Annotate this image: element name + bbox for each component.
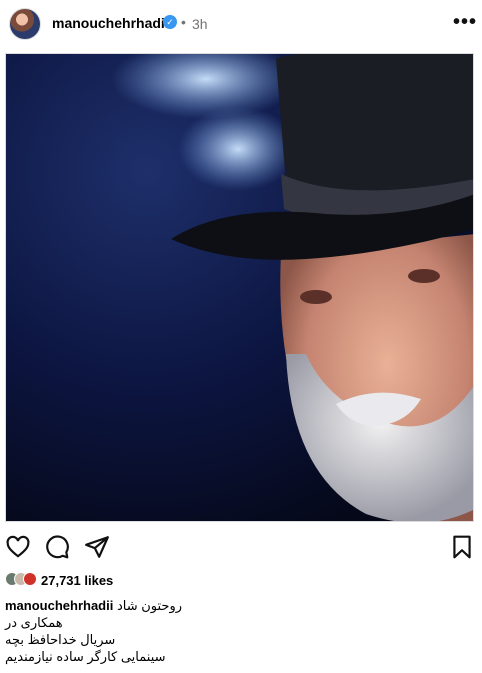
caption-line: سینمایی کارگر ساده نیازمندیم bbox=[5, 649, 166, 664]
post-username[interactable]: manouchehrhadii bbox=[52, 15, 169, 31]
verified-badge-icon: ✓ bbox=[163, 15, 177, 29]
post-caption: manouchehrhadii روحتون شاد همکاری در سری… bbox=[5, 597, 475, 665]
profile-avatar[interactable] bbox=[9, 8, 41, 40]
comment-icon[interactable] bbox=[44, 534, 70, 560]
share-icon[interactable] bbox=[84, 534, 110, 560]
liker-avatars bbox=[5, 572, 39, 588]
bookmark-icon[interactable] bbox=[449, 534, 475, 560]
separator-dot: • bbox=[181, 14, 186, 30]
caption-line: روحتون شاد bbox=[116, 598, 183, 613]
likes-count[interactable]: 27,731 likes bbox=[41, 573, 113, 588]
post-timestamp[interactable]: 3h bbox=[192, 16, 208, 32]
post-header: manouchehrhadii ✓ • 3h ••• bbox=[0, 0, 482, 46]
caption-line: همکاری در bbox=[5, 615, 63, 630]
more-options-icon[interactable]: ••• bbox=[453, 11, 477, 34]
liker-avatar[interactable] bbox=[23, 572, 37, 586]
caption-username[interactable]: manouchehrhadii bbox=[5, 598, 113, 613]
post-actions-bar bbox=[0, 530, 482, 566]
heart-icon[interactable] bbox=[5, 534, 31, 560]
post-photo[interactable] bbox=[5, 53, 474, 522]
caption-line: سریال خداحافظ بچه bbox=[5, 632, 116, 647]
